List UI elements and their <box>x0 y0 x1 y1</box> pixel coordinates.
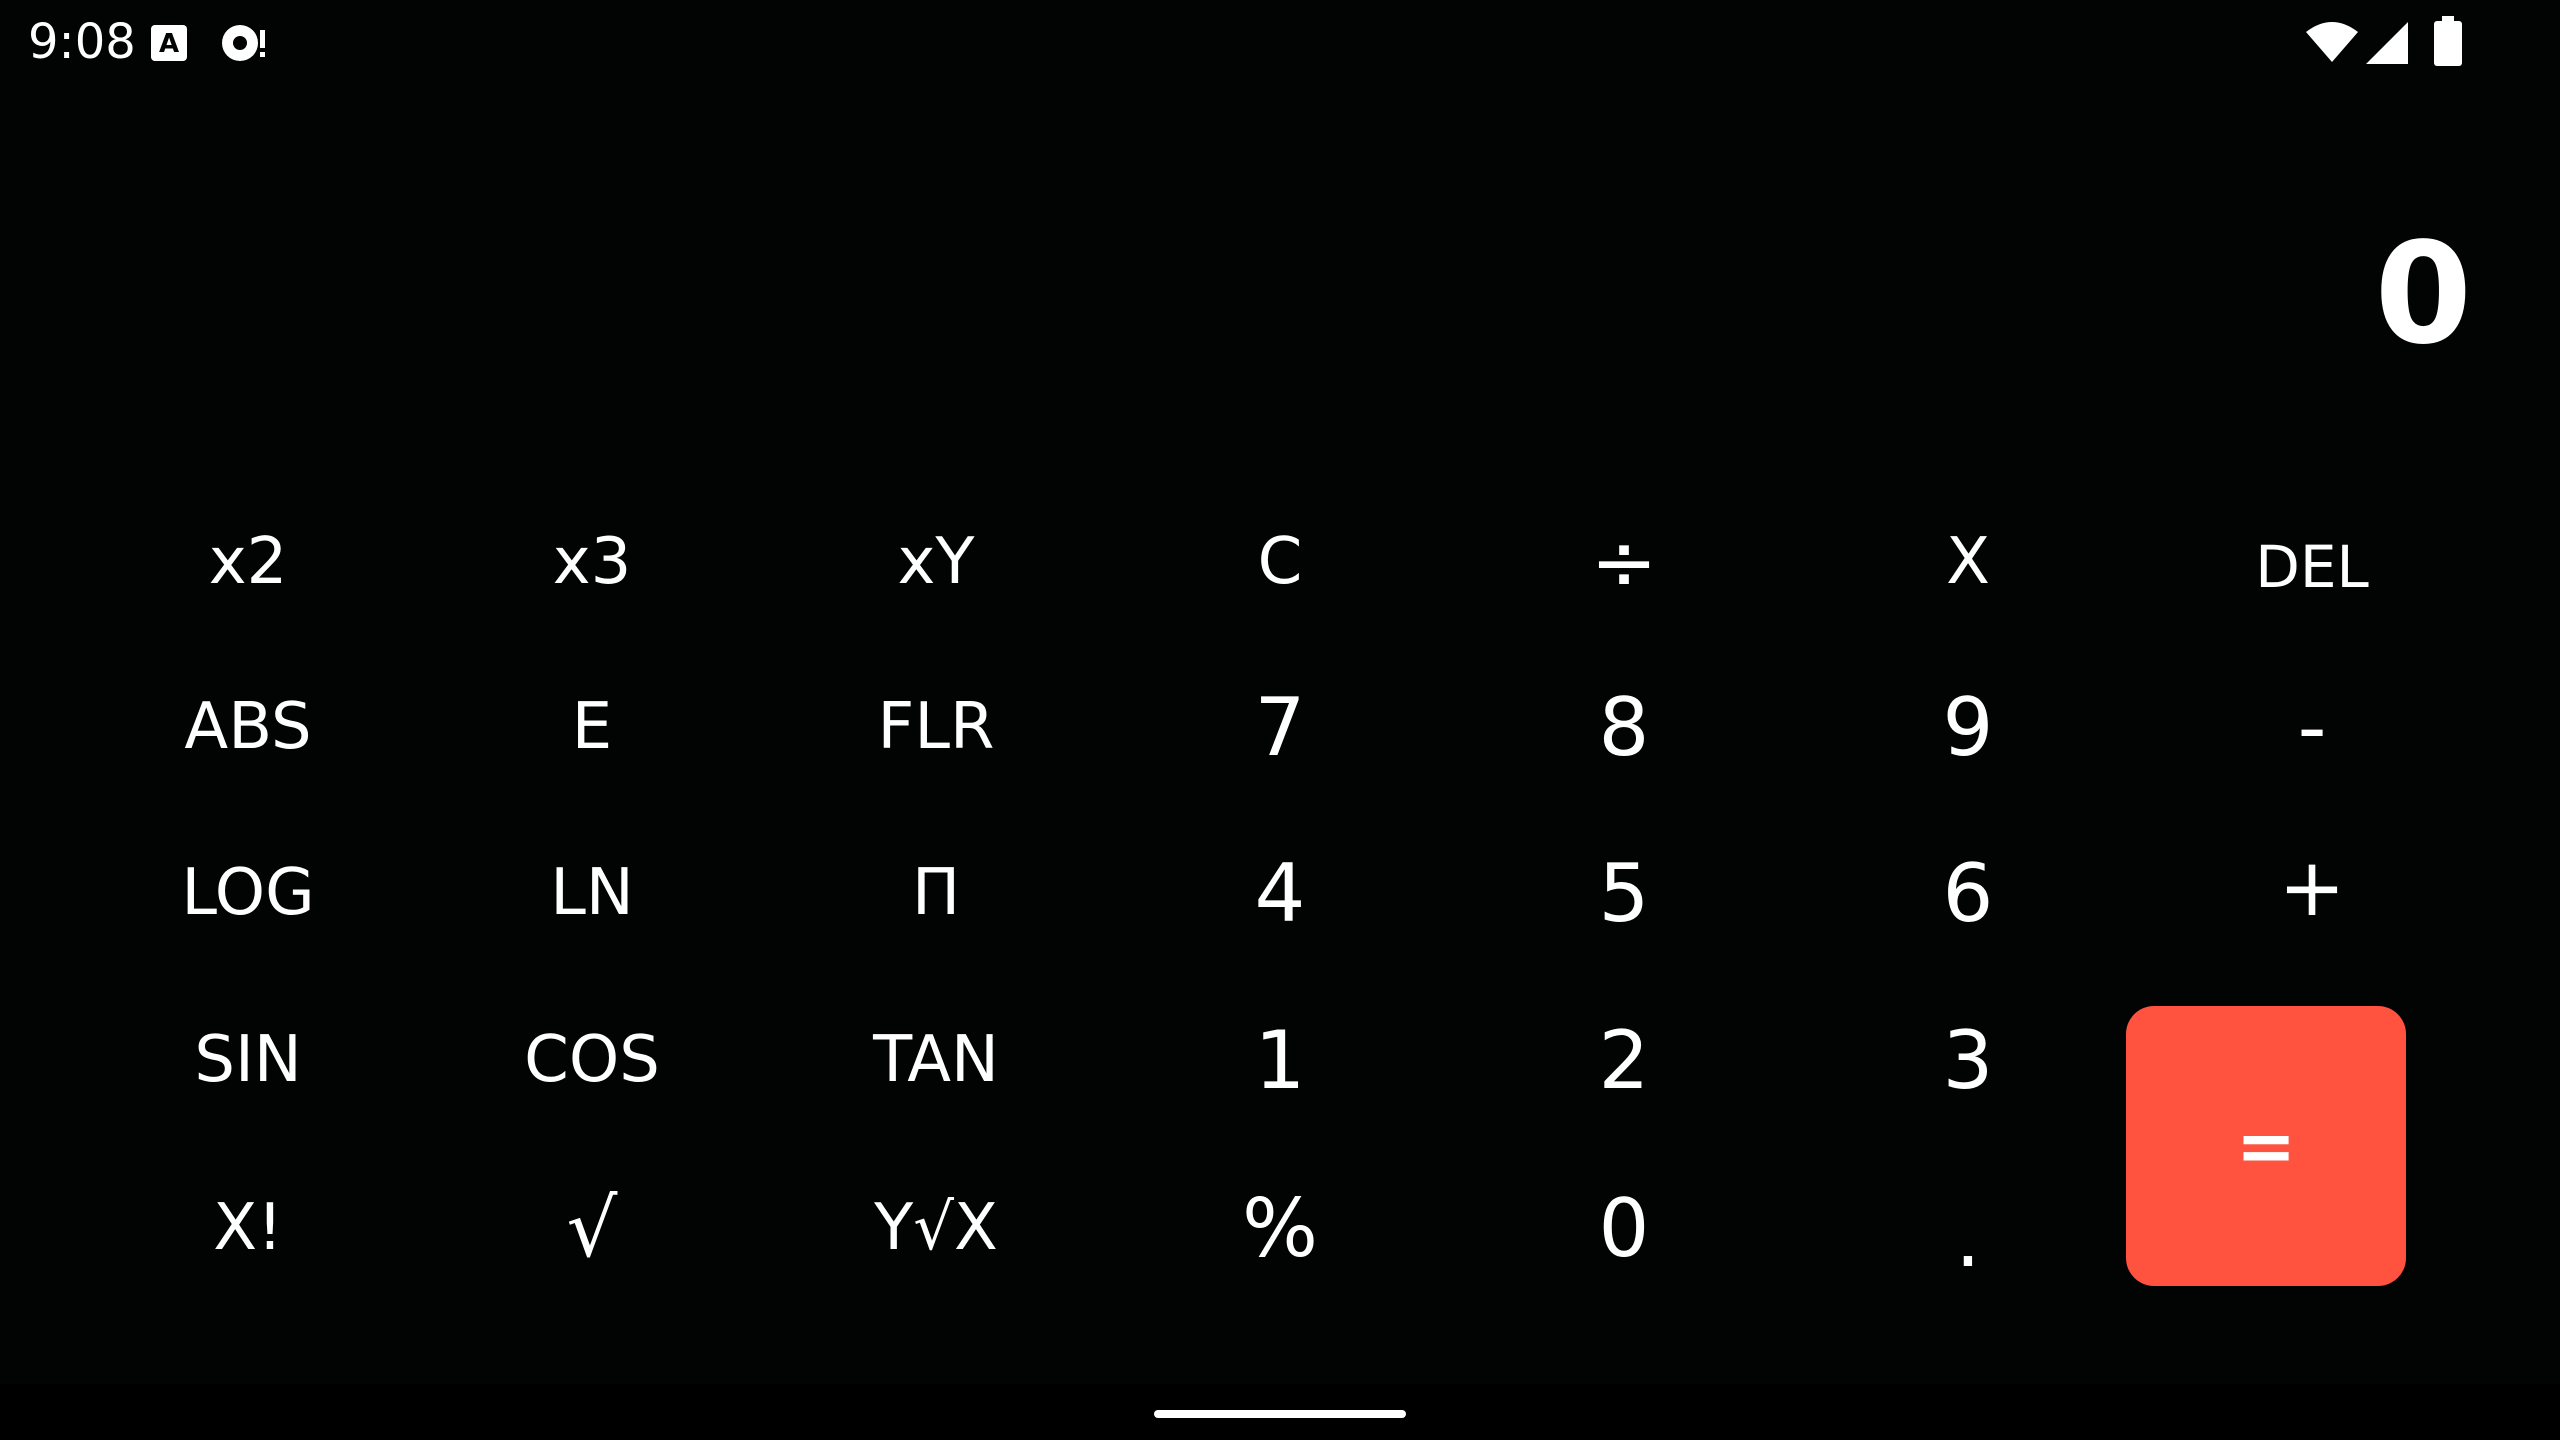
factorial-button[interactable]: X! <box>108 1153 388 1303</box>
divide-button[interactable]: ÷ <box>1484 487 1764 637</box>
digit-4-button[interactable]: 4 <box>1140 818 1420 968</box>
status-bar: 9:08 A <box>0 0 2560 84</box>
floor-button[interactable]: FLR <box>796 652 1076 802</box>
sin-button[interactable]: SIN <box>108 985 388 1135</box>
digit-1-button[interactable]: 1 <box>1140 985 1420 1135</box>
sqrt-button[interactable]: √ <box>452 1153 732 1303</box>
pi-button[interactable]: Π <box>796 818 1076 968</box>
ln-button[interactable]: LN <box>452 818 732 968</box>
tan-button[interactable]: TAN <box>796 985 1076 1135</box>
calculator-screen: 9:08 A 0 x2 x3 xY C ÷ X DEL ABS E FLR 7 … <box>0 0 2560 1440</box>
cube-button[interactable]: x3 <box>452 487 732 637</box>
multiply-button[interactable]: X <box>1828 487 2108 637</box>
home-indicator[interactable] <box>1154 1410 1406 1418</box>
equals-button[interactable]: = <box>2126 1006 2406 1286</box>
decimal-point-button[interactable]: . <box>1828 1163 2108 1313</box>
nth-root-button[interactable]: Y√X <box>796 1153 1076 1303</box>
clear-button[interactable]: C <box>1140 487 1420 637</box>
battery-icon <box>2434 16 2462 66</box>
percent-button[interactable]: % <box>1140 1153 1420 1303</box>
abs-button[interactable]: ABS <box>108 652 388 802</box>
record-alert-icon <box>222 25 265 61</box>
digit-2-button[interactable]: 2 <box>1484 985 1764 1135</box>
digit-7-button[interactable]: 7 <box>1140 652 1420 802</box>
square-button[interactable]: x2 <box>108 487 388 637</box>
subtract-button[interactable]: - <box>2172 652 2452 802</box>
digit-8-button[interactable]: 8 <box>1484 652 1764 802</box>
a-notification-icon: A <box>151 25 187 61</box>
svg-text:A: A <box>159 29 179 59</box>
add-button[interactable]: + <box>2172 812 2452 962</box>
digit-0-button[interactable]: 0 <box>1484 1153 1764 1303</box>
digit-6-button[interactable]: 6 <box>1828 818 2108 968</box>
log-button[interactable]: LOG <box>108 818 388 968</box>
wifi-icon <box>2306 22 2358 62</box>
cos-button[interactable]: COS <box>452 985 732 1135</box>
digit-3-button[interactable]: 3 <box>1828 985 2108 1135</box>
cell-signal-icon <box>2366 22 2408 64</box>
digit-5-button[interactable]: 5 <box>1484 818 1764 968</box>
e-button[interactable]: E <box>452 652 732 802</box>
calculator-display: 0 <box>2374 213 2472 376</box>
delete-button[interactable]: DEL <box>2172 492 2452 642</box>
power-button[interactable]: xY <box>796 487 1076 637</box>
digit-9-button[interactable]: 9 <box>1828 652 2108 802</box>
status-time: 9:08 <box>28 14 136 70</box>
